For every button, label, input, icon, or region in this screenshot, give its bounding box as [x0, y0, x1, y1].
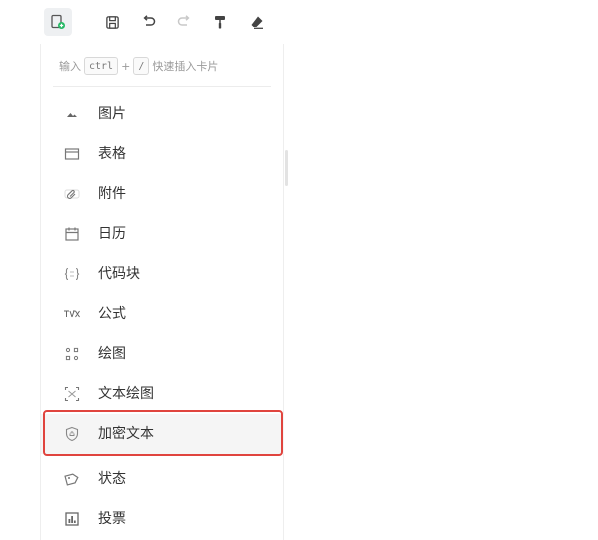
undo-icon — [143, 15, 156, 26]
menu-item-label: 绘图 — [98, 346, 126, 362]
menu-item-code-block[interactable]: 代码块 — [41, 254, 284, 294]
status-icon — [63, 470, 81, 488]
text-drawing-icon — [63, 385, 81, 403]
undo-button[interactable] — [135, 8, 163, 36]
redo-icon — [177, 15, 190, 26]
menu-item-label: 状态 — [98, 471, 126, 487]
code-block-icon — [63, 265, 81, 283]
drawing-icon — [63, 345, 81, 363]
menu-item-calendar[interactable]: 日历 — [41, 214, 284, 254]
scrollbar-thumb[interactable] — [285, 150, 288, 186]
redo-button[interactable] — [170, 8, 198, 36]
encrypted-text-icon — [63, 425, 81, 443]
shortcut-key-slash: / — [133, 57, 150, 75]
menu-item-status[interactable]: 状态 — [41, 459, 284, 499]
hint-suffix: 快速插入卡片 — [152, 60, 219, 73]
menu-item-image[interactable]: 图片 — [41, 94, 284, 134]
shortcut-key-ctrl: ctrl — [84, 57, 119, 75]
menu-item-label: 投票 — [98, 511, 126, 527]
table-icon — [63, 145, 81, 163]
save-icon — [105, 15, 119, 29]
image-icon — [63, 105, 81, 123]
menu-item-label: 公式 — [98, 306, 126, 322]
eraser-button[interactable] — [243, 8, 271, 36]
insert-card-icon — [51, 14, 65, 29]
menu-item-formula[interactable]: 公式 — [41, 294, 284, 334]
menu-item-label: 代码块 — [98, 266, 140, 282]
save-button[interactable] — [98, 8, 126, 36]
menu-divider — [53, 86, 271, 87]
menu-item-vote[interactable]: 投票 — [41, 499, 284, 539]
menu-item-drawing[interactable]: 绘图 — [41, 334, 284, 374]
menu-item-label: 附件 — [98, 186, 126, 202]
menu-item-text-drawing[interactable]: 文本绘图 — [41, 374, 284, 414]
menu-item-label: 加密文本 — [98, 426, 154, 442]
attachment-icon — [63, 185, 81, 203]
menu-item-label: 日历 — [98, 226, 126, 242]
insert-card-menu: 输入 ctrl + / 快速插入卡片 图片 表格 附件 日历 代码块 公式 绘图… — [40, 44, 284, 540]
menu-item-label: 图片 — [98, 106, 126, 122]
eraser-icon — [251, 16, 263, 29]
menu-item-table[interactable]: 表格 — [41, 134, 284, 174]
calendar-icon — [63, 225, 81, 243]
hint-prefix: 输入 — [59, 60, 81, 73]
insert-card-button[interactable] — [44, 8, 72, 36]
editor-toolbar — [0, 0, 285, 44]
hint-plus: + — [121, 59, 131, 73]
formula-icon — [63, 305, 81, 323]
menu-item-encrypted-text[interactable]: 加密文本 — [41, 414, 284, 454]
menu-item-attachment[interactable]: 附件 — [41, 174, 284, 214]
format-painter-button[interactable] — [206, 8, 234, 36]
menu-item-label: 文本绘图 — [98, 386, 154, 402]
menu-item-label: 表格 — [98, 146, 126, 162]
shortcut-hint: 输入 ctrl + / 快速插入卡片 — [59, 55, 218, 77]
format-painter-icon — [215, 16, 225, 29]
vote-icon — [63, 510, 81, 528]
